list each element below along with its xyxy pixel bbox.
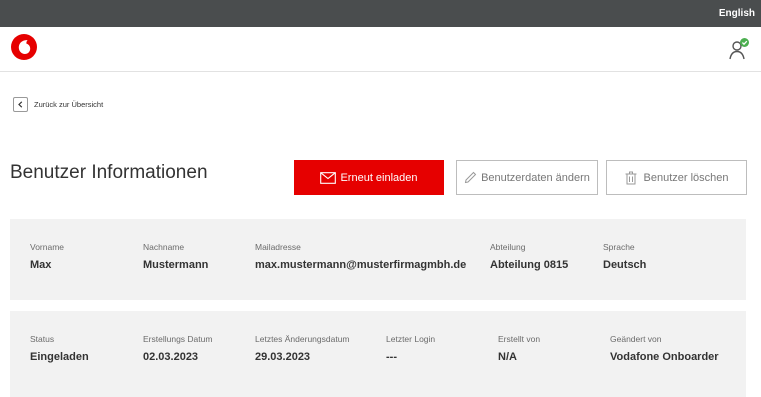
delete-user-button-label: Benutzer löschen (643, 171, 729, 184)
created-date-label: Erstellungs Datum (143, 334, 213, 344)
user-verified-icon[interactable] (727, 37, 751, 61)
delete-user-button[interactable]: Benutzer löschen (606, 160, 747, 195)
language-switch-link[interactable]: English (719, 8, 755, 19)
last-name-field: Nachname Mustermann (143, 242, 208, 271)
trash-icon (625, 171, 636, 184)
status-label: Status (30, 334, 55, 344)
last-name-value: Mustermann (143, 259, 209, 271)
created-by-value: N/A (498, 351, 517, 363)
modified-by-value: Vodafone Onboarder (610, 351, 719, 363)
email-field: Mailadresse max.mustermann@musterfirmagm… (255, 242, 466, 271)
created-by-label: Erstellt von (498, 334, 541, 344)
modified-date-label: Letztes Änderungsdatum (255, 334, 350, 344)
last-login-field: Letzter Login --- (386, 334, 435, 363)
page-title: Benutzer Informationen (10, 162, 208, 183)
first-name-field: Vorname Max (30, 242, 64, 271)
last-login-value: --- (386, 351, 397, 363)
back-link-label: Zurück zur Übersicht (34, 100, 104, 109)
email-label: Mailadresse (255, 242, 301, 252)
last-name-label: Nachname (143, 242, 185, 252)
pencil-icon (464, 171, 477, 184)
modified-date-field: Letztes Änderungsdatum 29.03.2023 (255, 334, 350, 363)
first-name-label: Vorname (30, 242, 65, 252)
modified-by-label: Geändert von (610, 334, 662, 344)
top-bar: English (0, 0, 761, 27)
last-login-label: Letzter Login (386, 334, 436, 344)
modified-by-field: Geändert von Vodafone Onboarder (610, 334, 719, 363)
reinvite-button[interactable]: Erneut einladen (294, 160, 444, 195)
chevron-left-icon (13, 97, 28, 112)
created-date-field: Erstellungs Datum 02.03.2023 (143, 334, 212, 363)
edit-user-button[interactable]: Benutzerdaten ändern (456, 160, 598, 195)
department-field: Abteilung Abteilung 0815 (490, 242, 568, 271)
modified-date-value: 29.03.2023 (255, 351, 311, 363)
user-details-panel: Vorname Max Nachname Mustermann Mailadre… (10, 219, 746, 300)
app-header (0, 27, 761, 72)
status-field: Status Eingeladen (30, 334, 89, 363)
language-label: Sprache (603, 242, 635, 252)
vodafone-logo[interactable] (10, 33, 38, 61)
created-by-field: Erstellt von N/A (498, 334, 540, 363)
back-to-overview-link[interactable]: Zurück zur Übersicht (13, 97, 103, 112)
edit-user-button-label: Benutzerdaten ändern (481, 171, 590, 184)
language-field: Sprache Deutsch (603, 242, 646, 271)
envelope-icon (320, 171, 337, 184)
user-status-panel: Status Eingeladen Erstellungs Datum 02.0… (10, 311, 746, 397)
first-name-value: Max (30, 259, 52, 271)
status-value: Eingeladen (30, 351, 89, 363)
reinvite-button-label: Erneut einladen (340, 171, 418, 184)
email-value: max.mustermann@musterfirmagmbh.de (255, 259, 467, 271)
department-value: Abteilung 0815 (490, 259, 569, 271)
department-label: Abteilung (490, 242, 526, 252)
created-date-value: 02.03.2023 (143, 351, 199, 363)
language-value: Deutsch (603, 259, 647, 271)
